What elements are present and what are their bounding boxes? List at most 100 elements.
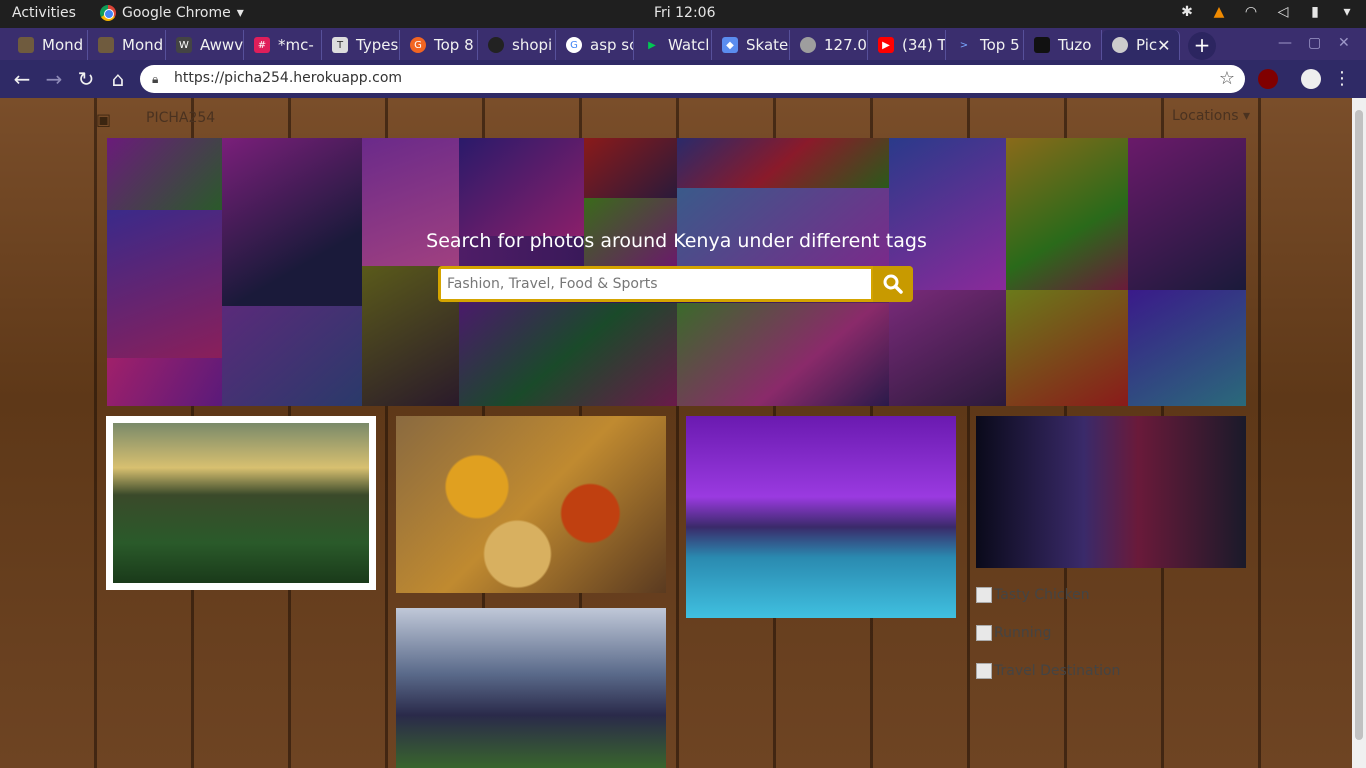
tab-label: Types (356, 36, 399, 54)
tab-label: Skate (746, 36, 789, 54)
search-icon (883, 274, 903, 294)
wifi-icon[interactable]: ◠ (1242, 3, 1260, 21)
image-alt-text: Tasty Chicken (994, 587, 1090, 603)
chrome-icon (100, 5, 116, 21)
profile-avatar-icon[interactable] (1301, 69, 1321, 89)
gallery-photo-travel-resort[interactable] (686, 416, 956, 618)
site-navbar: ▣ PICHA254 Locations ▾ (90, 108, 1250, 146)
bluetooth-icon[interactable]: ✱ (1178, 3, 1196, 21)
collage-photo (459, 303, 677, 406)
back-arrow-icon[interactable]: ← (10, 67, 34, 91)
scrollbar-thumb[interactable] (1355, 110, 1363, 740)
tab-favicon-icon: ◆ (722, 37, 738, 53)
gallery-photo-food[interactable] (396, 416, 666, 593)
tab-favicon-icon (1034, 37, 1050, 53)
tab[interactable]: ◆ Skate (712, 30, 790, 60)
tab-favicon-icon: > (959, 39, 969, 51)
collage-photo (459, 138, 584, 236)
new-tab-button[interactable]: + (1188, 32, 1216, 60)
app-menu[interactable]: Google Chrome ▾ (100, 5, 244, 21)
activities-button[interactable]: Activities (12, 5, 76, 21)
page-scrollbar[interactable] (1352, 98, 1366, 768)
tab[interactable]: G Top 8 (400, 30, 478, 60)
tab[interactable]: 127.0 (790, 30, 868, 60)
tab[interactable]: ▶ Watcl (634, 30, 712, 60)
tab-label: Watcl (668, 36, 710, 54)
system-tray[interactable]: ✱ ▲ ◠ ◁ ▮ ▾ (1178, 3, 1356, 21)
collage-photo (677, 188, 889, 266)
tab-label: 127.0 (824, 36, 867, 54)
locations-dropdown[interactable]: Locations ▾ (1172, 108, 1250, 124)
tab[interactable]: Mond (8, 30, 88, 60)
search-form (438, 266, 913, 302)
tab[interactable]: Mond (88, 30, 166, 60)
tab-favicon-icon (98, 37, 114, 53)
tab[interactable]: W Awwv (166, 30, 244, 60)
broken-image-icon (976, 625, 992, 641)
reload-icon[interactable]: ↻ (74, 67, 98, 91)
locations-label: Locations (1172, 108, 1239, 124)
tab-label: Awwv (200, 36, 244, 54)
tab-active[interactable]: Pic ✕ (1102, 30, 1180, 60)
broken-image-icon (976, 587, 992, 603)
tab-label: asp sc (590, 36, 634, 54)
home-icon[interactable]: ⌂ (106, 67, 130, 91)
address-bar[interactable]: 🔒︎ https://picha254.herokuapp.com ☆ (140, 65, 1245, 93)
vlc-icon[interactable]: ▲ (1210, 3, 1228, 21)
tab[interactable]: > Top 5 (946, 30, 1024, 60)
tab[interactable]: ▶ (34) T (868, 30, 946, 60)
broken-image-tasty-chicken[interactable]: Tasty Chicken (976, 587, 1090, 603)
collage-photo (107, 358, 222, 406)
tab[interactable]: Tuzo (1024, 30, 1102, 60)
image-alt-text: Running (994, 625, 1052, 641)
tab-label: Top 8 (434, 36, 474, 54)
volume-icon[interactable]: ◁ (1274, 3, 1292, 21)
tab-favicon-icon: W (176, 37, 192, 53)
collage-photo (584, 138, 677, 198)
search-input[interactable] (441, 269, 871, 299)
tab-favicon-icon (1112, 37, 1128, 53)
collage-photo (222, 138, 362, 306)
caret-down-icon: ▾ (1242, 108, 1250, 124)
tab-favicon-icon: T (332, 37, 348, 53)
close-window-icon[interactable]: ✕ (1338, 35, 1350, 51)
collage-photo (1128, 138, 1246, 290)
more-menu-icon[interactable]: ⋮ (1330, 67, 1354, 91)
search-button[interactable] (873, 266, 913, 302)
minimize-icon[interactable]: — (1278, 35, 1292, 51)
gallery-photo-travel-mountain[interactable] (106, 416, 376, 590)
maximize-icon[interactable]: ▢ (1308, 35, 1321, 51)
tab-favicon-icon: G (410, 37, 426, 53)
gallery-photo-sports[interactable] (396, 608, 666, 768)
broken-image-icon (976, 663, 992, 679)
forward-arrow-icon[interactable]: → (42, 67, 66, 91)
collage-photo (677, 303, 889, 406)
battery-icon[interactable]: ▮ (1306, 3, 1324, 21)
picture-icon[interactable]: ▣ (96, 110, 111, 129)
broken-image-running[interactable]: Running (976, 625, 1051, 641)
tab[interactable]: T Types (322, 30, 400, 60)
clock[interactable]: Fri 12:06 (654, 5, 715, 21)
page-viewport: ▣ PICHA254 Locations ▾ Search for photos… (0, 98, 1352, 768)
tab-label: Tuzo (1058, 36, 1092, 54)
close-tab-icon[interactable]: ✕ (1157, 36, 1170, 55)
collage-photo (1006, 138, 1128, 290)
chevron-down-icon: ▾ (236, 5, 244, 21)
tab-favicon-icon (488, 37, 504, 53)
broken-image-travel-destination[interactable]: Travel Destination (976, 663, 1120, 679)
collage-photo (1128, 290, 1246, 406)
tab-label: (34) T (902, 36, 946, 54)
app-name: Google Chrome (122, 5, 231, 21)
gallery-photo-fashion[interactable] (976, 416, 1246, 568)
tab[interactable]: Gasp sc (556, 30, 634, 60)
bookmark-star-icon[interactable]: ☆ (1219, 68, 1235, 89)
chevron-down-icon[interactable]: ▾ (1338, 3, 1356, 21)
tab[interactable]: shopi (478, 30, 556, 60)
tab-strip: Mond Mond W Awwv # *mc- T Types G Top 8 shop… (0, 28, 1366, 60)
hero-heading: Search for photos around Kenya under dif… (426, 230, 927, 252)
ublock-extension-icon[interactable] (1258, 69, 1278, 89)
url-text[interactable]: https://picha254.herokuapp.com (174, 70, 402, 86)
tab-label: shopi (512, 36, 553, 54)
tab[interactable]: # *mc- (244, 30, 322, 60)
collage-photo (677, 138, 889, 188)
